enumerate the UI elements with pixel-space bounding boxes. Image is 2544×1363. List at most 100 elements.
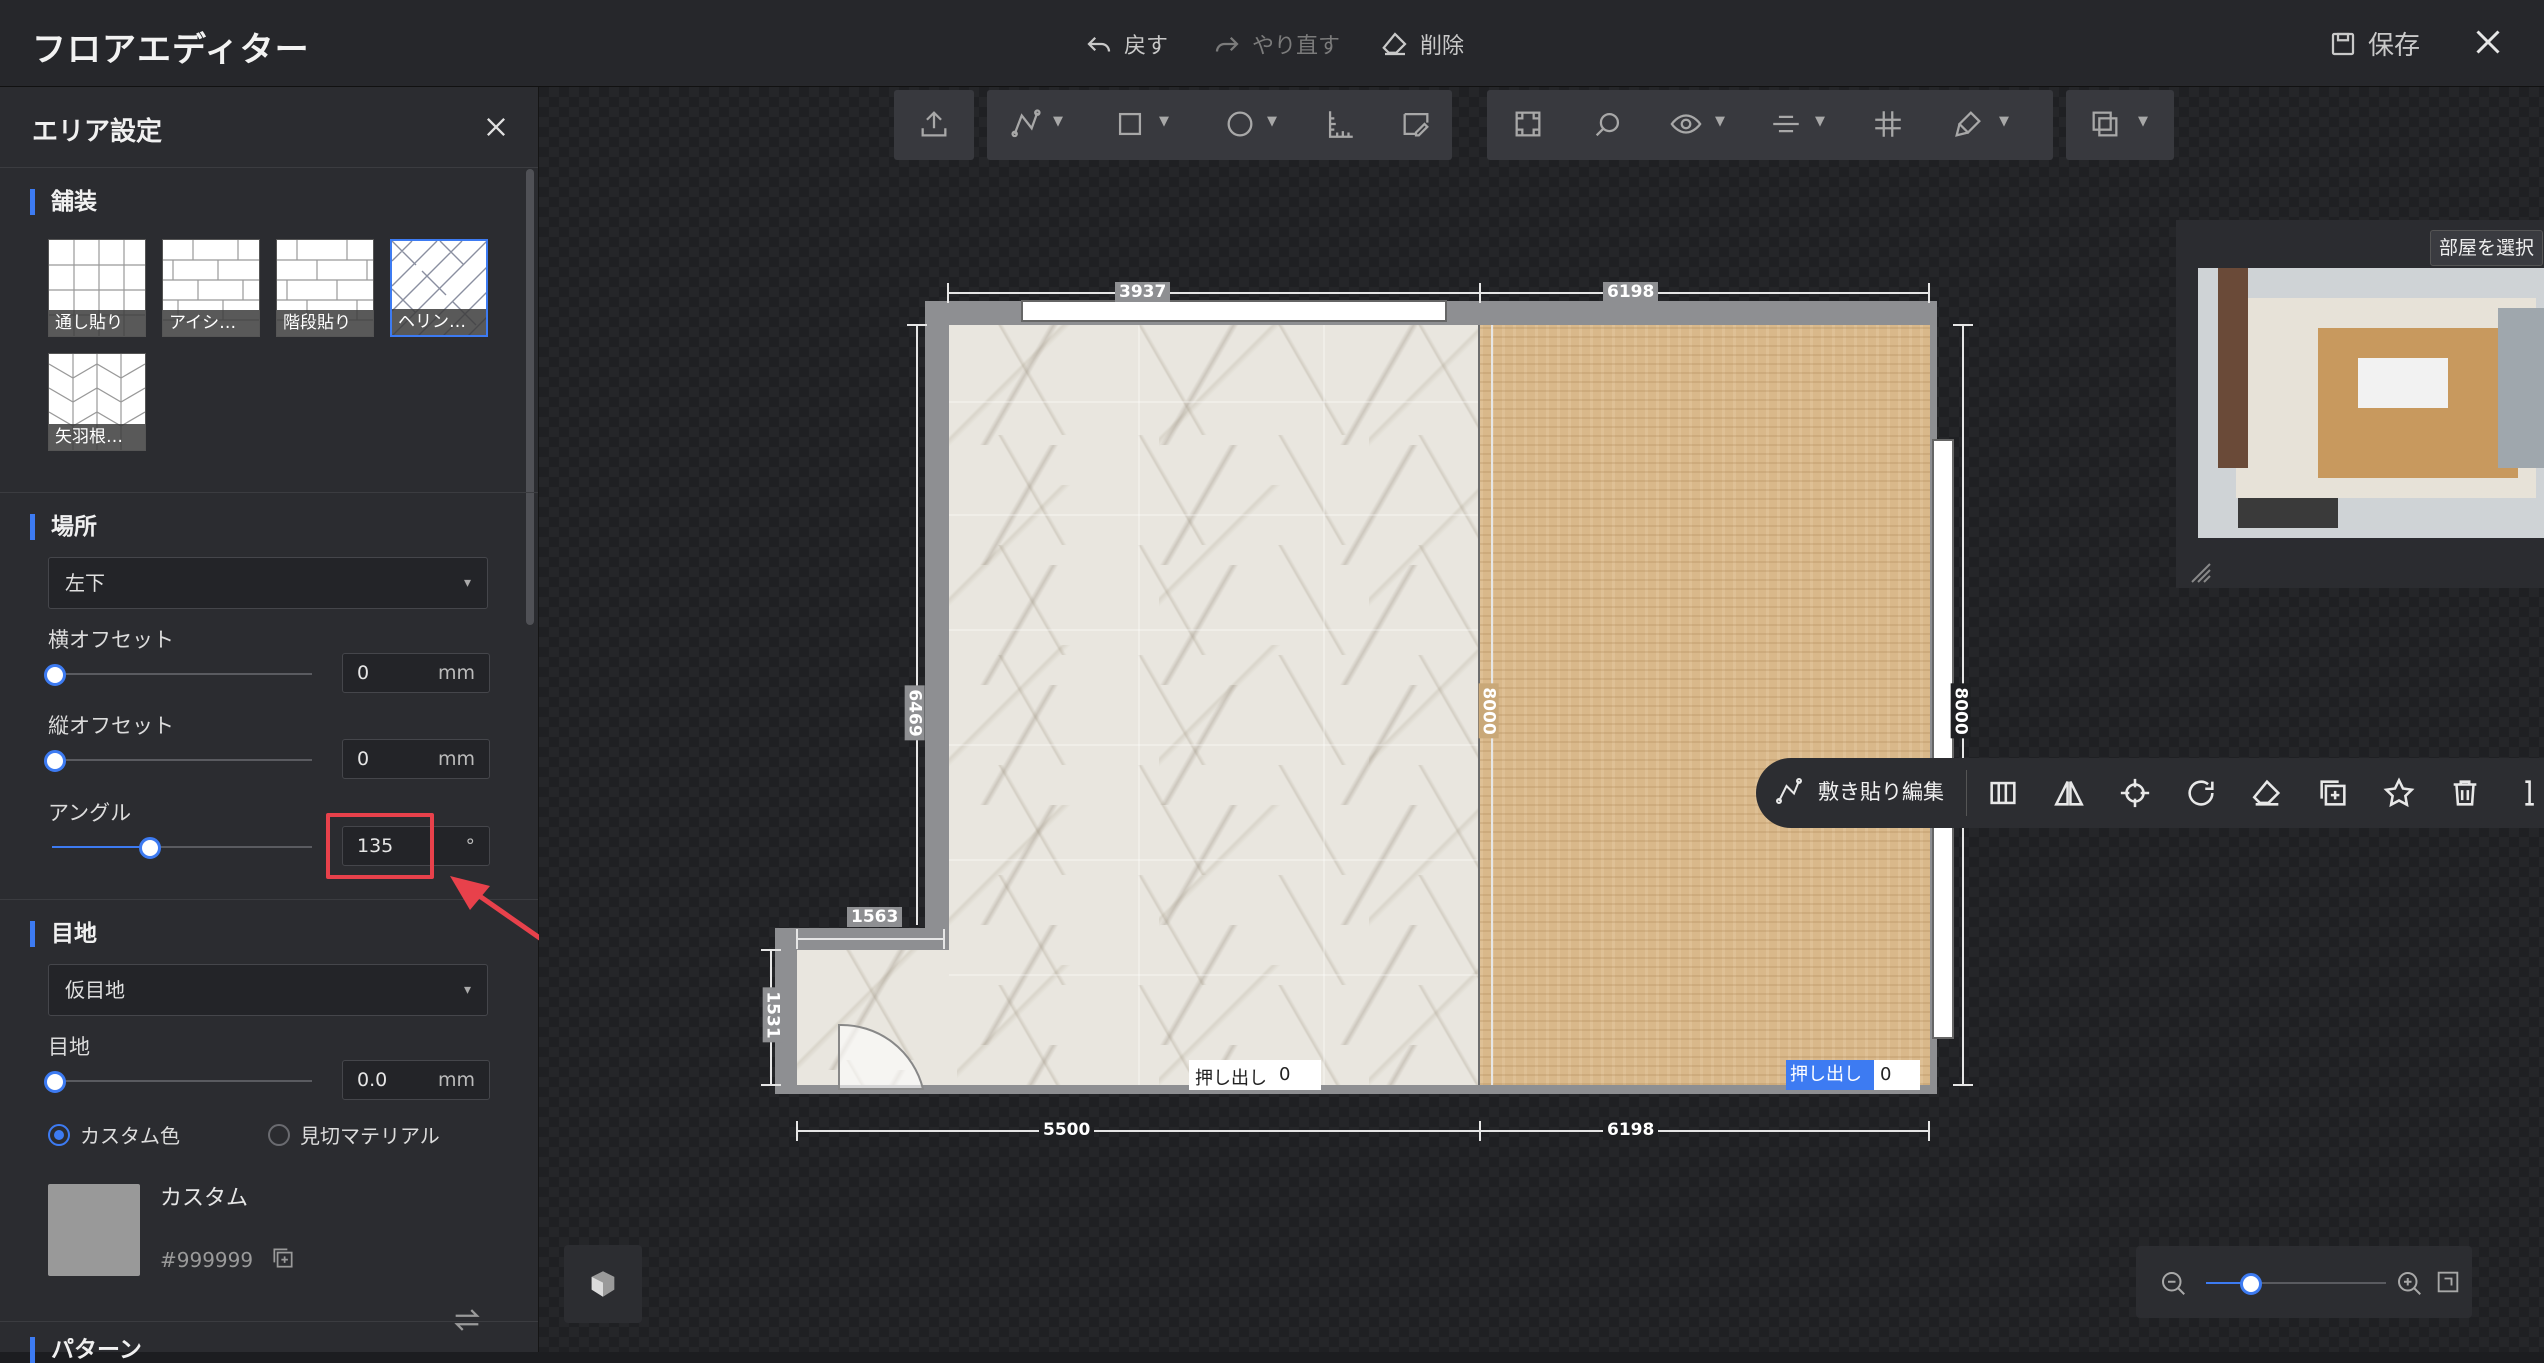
star-icon: [2383, 777, 2415, 808]
tile-edit-button[interactable]: 敷き貼り編集: [1774, 776, 1944, 806]
paving-section-title: 舗装: [30, 189, 97, 215]
undo-button[interactable]: 戻す: [1084, 28, 1168, 60]
swap-button[interactable]: [450, 1303, 484, 1337]
save-icon: [2331, 32, 2355, 55]
joint-width-label: 目地: [48, 1035, 90, 1059]
panel-header: エリア設定: [0, 87, 538, 168]
select-room-button[interactable]: 部屋を選択: [2430, 230, 2544, 266]
move-button[interactable]: [2118, 776, 2152, 810]
redo-label: やり直す: [1252, 34, 1341, 59]
save-button[interactable]: 保存: [2328, 25, 2420, 62]
plan-canvas[interactable]: ▼ ▼ ▼ ▼ ▼ ▼ ▼ 3937 6198 6469 8000 8000 1…: [539, 87, 2544, 1352]
extrude-right-label: 押し出し: [1786, 1060, 1874, 1090]
info-icon: [2525, 780, 2534, 806]
dim-bottom-left: 5500: [1039, 1120, 1095, 1140]
app-title: フロアエディター: [32, 30, 310, 70]
trash-icon: [2453, 780, 2477, 806]
anchor-select-value: 左下: [65, 571, 105, 595]
tile-edit-icon: [1776, 778, 1802, 804]
dim-middle-vertical: 8000: [1478, 683, 1499, 739]
pattern-label: ヘリン…: [392, 309, 486, 335]
pattern-stair[interactable]: 階段貼り: [276, 239, 374, 337]
fit-view-button[interactable]: [2434, 1268, 2462, 1296]
mirror-icon: [2054, 781, 2084, 806]
close-editor-button[interactable]: [2470, 24, 2506, 60]
undo-label: 戻す: [1124, 34, 1169, 59]
render-shelf: [2218, 268, 2248, 468]
tile-edit-label: 敷き貼り編集: [1818, 780, 1944, 804]
h-offset-input[interactable]: 0 mm: [342, 653, 490, 693]
crosshair-icon: [2120, 778, 2150, 808]
anchor-select[interactable]: 左下 ▾: [48, 557, 488, 609]
zoom-in-button[interactable]: [2394, 1268, 2424, 1298]
zoom-out-icon: [2162, 1272, 2185, 1295]
joint-section-title: 目地: [30, 921, 97, 947]
pattern-straight[interactable]: 通し貼り: [48, 239, 146, 337]
pattern-label: アイシ…: [163, 310, 259, 336]
dim-notch-height: 1531: [762, 987, 783, 1043]
h-offset-value: 0: [357, 662, 370, 684]
h-offset-slider-knob[interactable]: [44, 664, 66, 686]
panel-close-button[interactable]: [482, 113, 510, 141]
layout-button[interactable]: [1986, 776, 2020, 810]
joint-color-swatch[interactable]: [48, 1184, 140, 1276]
redo-icon: [1215, 36, 1239, 52]
extrude-right-field[interactable]: 押し出し 0: [1786, 1060, 1920, 1090]
v-offset-input[interactable]: 0 mm: [342, 739, 490, 779]
columns-icon: [1990, 781, 2016, 805]
resize-icon: [2191, 563, 2211, 583]
h-offset-label: 横オフセット: [48, 628, 174, 652]
radio-custom-color[interactable]: カスタム色: [48, 1120, 180, 1149]
extrude-left-label: 押し出し: [1195, 1068, 1267, 1089]
view-3d-toggle[interactable]: [564, 1245, 642, 1323]
rotate-button[interactable]: [2184, 776, 2218, 810]
joint-width-slider-track[interactable]: [52, 1080, 312, 1082]
swatch-hex: #999999: [160, 1248, 254, 1272]
zoom-in-icon: [2398, 1272, 2421, 1295]
radio-trim-material[interactable]: 見切マテリアル: [268, 1120, 440, 1149]
dim-notch-width: 1563: [847, 907, 903, 927]
room-preview-panel[interactable]: 部屋を選択: [2176, 220, 2544, 588]
extrude-left-value: 0: [1279, 1064, 1291, 1085]
pattern-ashlar[interactable]: アイシ…: [162, 239, 260, 337]
pattern-label: 階段貼り: [277, 310, 373, 336]
save-label: 保存: [2368, 31, 2421, 61]
render-table: [2358, 358, 2448, 408]
mirror-button[interactable]: [2052, 776, 2086, 810]
info-button[interactable]: [2514, 776, 2544, 810]
pattern-chevron[interactable]: 矢羽根…: [48, 353, 146, 451]
undo-icon: [1087, 36, 1111, 52]
joint-type-select[interactable]: 仮目地 ▾: [48, 964, 488, 1016]
v-offset-slider-knob[interactable]: [44, 750, 66, 772]
panel-scrollbar[interactable]: [526, 169, 534, 625]
favorite-button[interactable]: [2382, 776, 2416, 810]
zoom-slider-knob[interactable]: [2240, 1273, 2262, 1295]
rotate-icon: [2188, 780, 2214, 806]
dim-bottom-right: 6198: [1603, 1120, 1659, 1140]
erase-button[interactable]: [2250, 776, 2284, 810]
delete-button[interactable]: 削除: [1380, 28, 1464, 60]
angle-highlight-box: [326, 813, 434, 879]
zoom-out-button[interactable]: [2158, 1268, 2188, 1298]
redo-button[interactable]: やり直す: [1212, 28, 1340, 60]
extrude-left-field[interactable]: 押し出し 0: [1189, 1060, 1321, 1090]
eraser-icon: [1382, 32, 1407, 56]
cube-icon: [591, 1271, 615, 1297]
trash-button[interactable]: [2448, 776, 2482, 810]
joint-width-input[interactable]: 0.0 mm: [342, 1060, 490, 1100]
pattern-herringbone[interactable]: ヘリン…: [390, 239, 488, 337]
pattern-section-title: パターン: [30, 1337, 142, 1363]
add-layer-icon: [2320, 780, 2346, 806]
toolbar-separator: [1966, 770, 1967, 816]
joint-width-slider-knob[interactable]: [44, 1071, 66, 1093]
v-offset-slider-track[interactable]: [52, 759, 312, 761]
h-offset-slider-track[interactable]: [52, 673, 312, 675]
tile-edit-toolbar: 敷き貼り編集: [1756, 758, 2544, 828]
add-button[interactable]: [2316, 776, 2350, 810]
preview-resize-handle[interactable]: [2190, 562, 2212, 584]
copy-icon: [273, 1248, 293, 1268]
angle-slider-knob[interactable]: [138, 837, 161, 859]
close-icon: [487, 118, 505, 136]
render-kitchen: [2238, 498, 2338, 528]
copy-color-button[interactable]: [270, 1245, 296, 1271]
